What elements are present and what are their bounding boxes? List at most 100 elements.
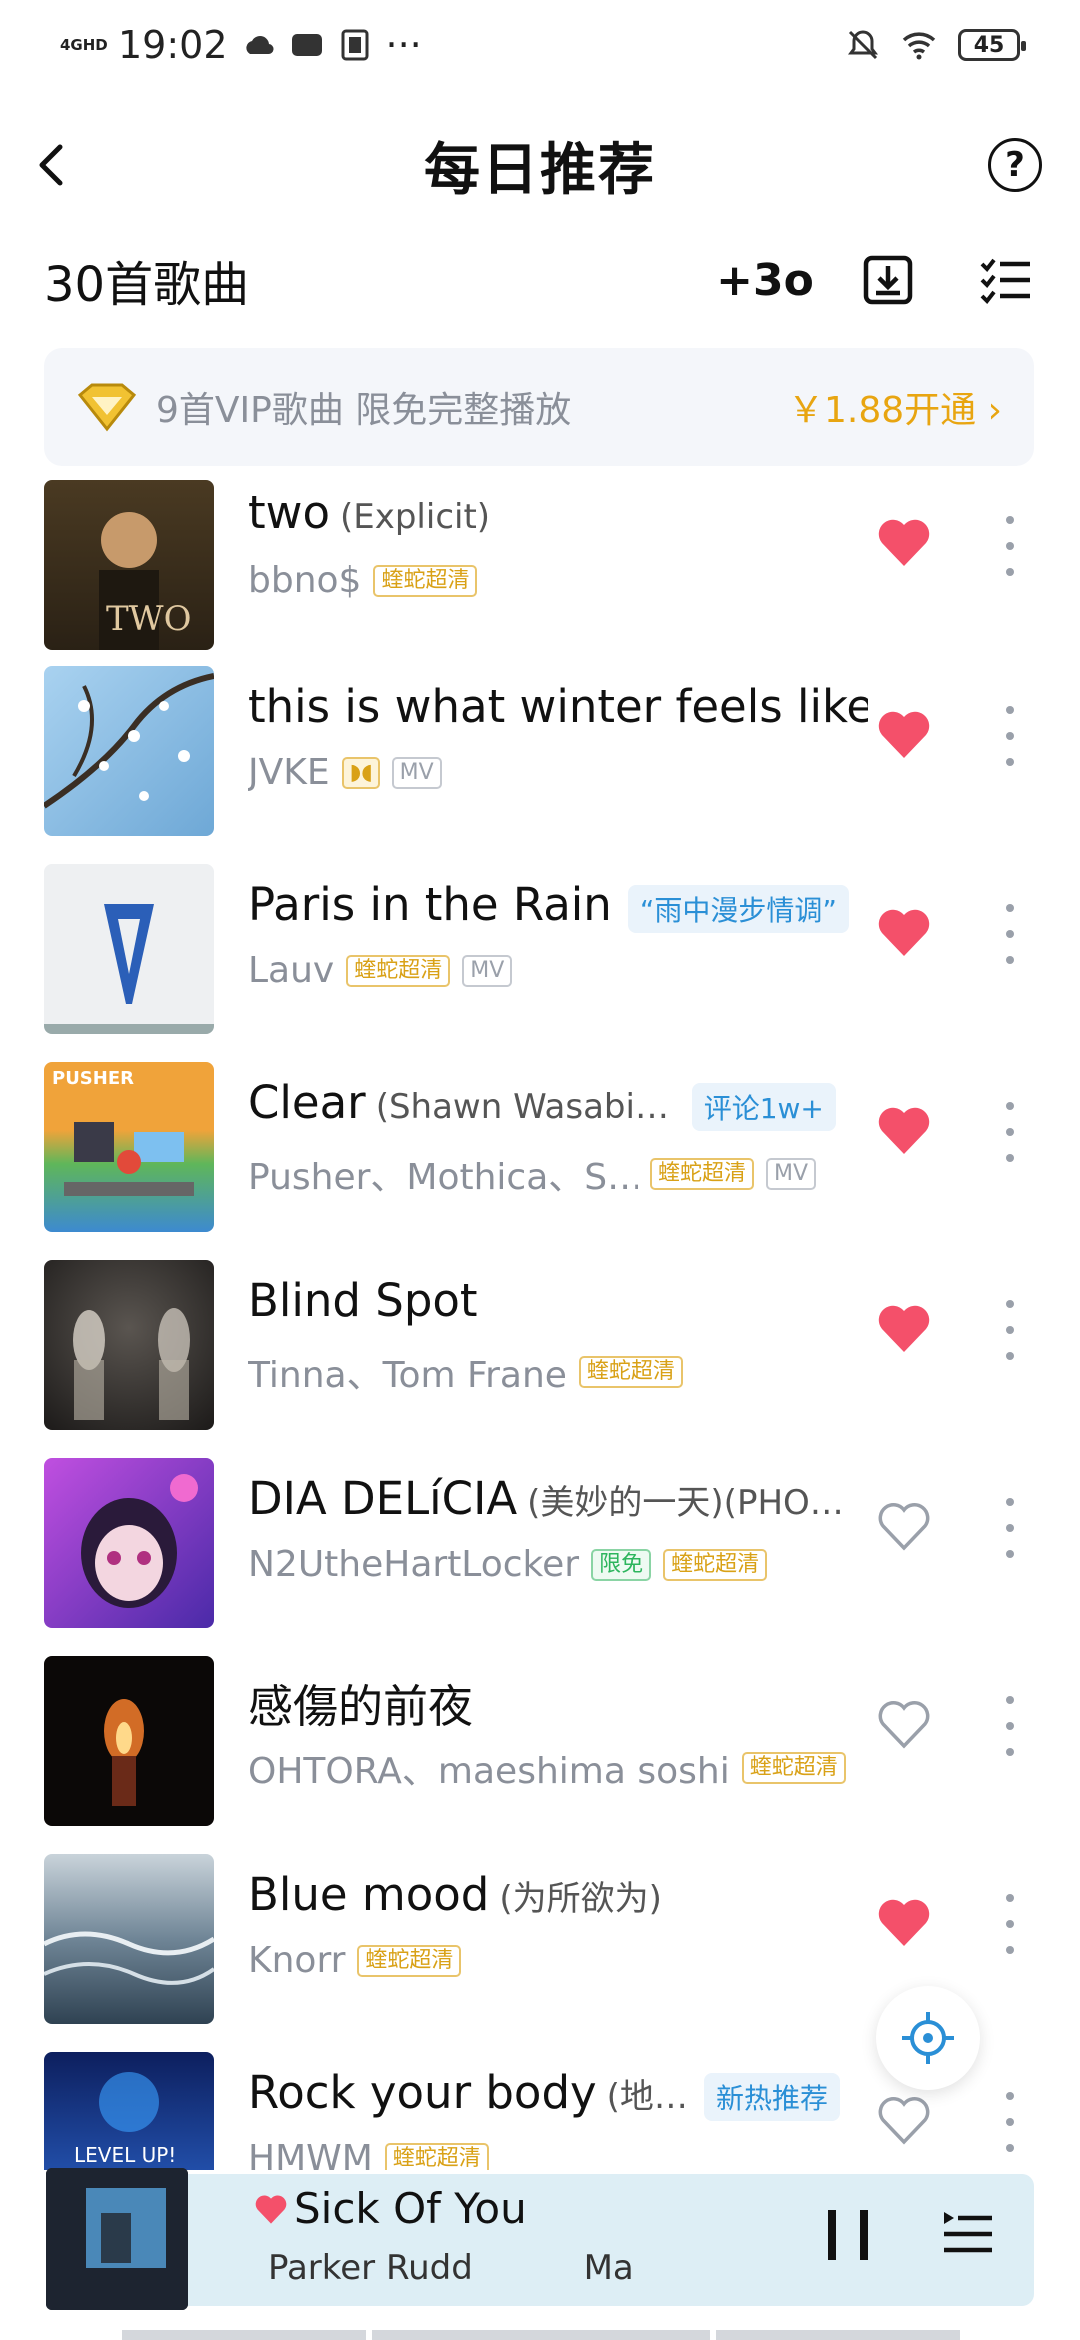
- song-artist-line: bbno$ 蝰蛇超清: [248, 560, 868, 601]
- more-options-icon[interactable]: [998, 1498, 1022, 1558]
- vip-open-link[interactable]: ￥1.88开通 ›: [788, 381, 1002, 433]
- song-row[interactable]: TWO two (Explicit) bbno$ 蝰蛇超清: [0, 480, 1080, 678]
- song-artist: Lauv: [248, 950, 335, 991]
- song-title: two: [248, 486, 330, 539]
- song-subtitle: (地…: [606, 2077, 688, 2117]
- quality-badge: 蝰蛇超清: [373, 564, 478, 597]
- heart-filled-icon[interactable]: [876, 906, 932, 958]
- song-tag: 评论1w+: [691, 1083, 836, 1131]
- song-title: this is what winter feels like: [248, 680, 868, 733]
- heart-outline-icon[interactable]: [876, 2094, 932, 2146]
- quality-badge: 蝰蛇超清: [650, 1158, 755, 1190]
- album-cover: PUSHER: [44, 1062, 214, 1232]
- song-artist-line: N2UtheHartLocker 限免 蝰蛇超清: [248, 1544, 868, 1585]
- now-playing-cover[interactable]: [46, 2168, 188, 2310]
- more-options-icon[interactable]: [998, 1300, 1022, 1360]
- song-subtitle: (Explicit): [339, 497, 491, 537]
- song-title-line: DIA DELíCIA (美妙的一天)(PHO…: [248, 1472, 868, 1525]
- vip-banner-text: 9首VIP歌曲 限免完整播放: [156, 390, 572, 431]
- song-row[interactable]: 感傷的前夜 OHTORA、maeshima soshi 蝰蛇超清: [0, 1656, 1080, 1854]
- heart-filled-icon[interactable]: [876, 1896, 932, 1948]
- mini-player[interactable]: Sick Of You Parker Rudd Ma: [46, 2168, 1034, 2310]
- svg-text:LEVEL UP!: LEVEL UP!: [74, 2143, 176, 2167]
- heart-filled-icon[interactable]: [876, 708, 932, 760]
- locate-current-button[interactable]: [876, 1986, 980, 2090]
- more-options-icon[interactable]: [998, 516, 1022, 576]
- svg-text:PUSHER: PUSHER: [52, 1068, 134, 1089]
- vip-banner[interactable]: 9首VIP歌曲 限免完整播放 ￥1.88开通 ›: [44, 348, 1034, 466]
- more-options-icon[interactable]: [998, 1102, 1022, 1162]
- more-options-icon[interactable]: [998, 1696, 1022, 1756]
- song-artist-line: Lauv 蝰蛇超清 MV: [248, 950, 868, 991]
- vinyl-badge-icon: ◗◖: [341, 756, 380, 789]
- song-row[interactable]: this is what winter feels like JVKE ◗◖ MV: [0, 666, 1080, 864]
- song-title-line: this is what winter feels like: [248, 680, 868, 733]
- play-30-button[interactable]: +3o: [716, 250, 814, 310]
- song-artist: Tinna、Tom Frane: [248, 1355, 567, 1396]
- song-title-line: two (Explicit): [248, 486, 868, 539]
- song-artist: Pusher、Mothica、S…: [248, 1157, 638, 1198]
- more-options-icon[interactable]: [998, 904, 1022, 964]
- song-row[interactable]: Paris in the Rain “雨中漫步情调” Lauv 蝰蛇超清 MV: [0, 864, 1080, 1062]
- mv-badge[interactable]: MV: [462, 954, 513, 987]
- song-row[interactable]: Blind Spot Tinna、Tom Frane 蝰蛇超清: [0, 1260, 1080, 1458]
- download-icon[interactable]: [858, 250, 918, 310]
- crosshair-icon: [902, 2012, 954, 2064]
- quality-badge: 蝰蛇超清: [346, 954, 451, 987]
- quality-badge: 蝰蛇超清: [357, 1944, 462, 1977]
- heart-outline-icon[interactable]: [876, 1698, 932, 1750]
- song-tag: 新热推荐: [703, 2073, 840, 2121]
- song-title: Rock your body: [248, 2066, 597, 2119]
- playlist-icon[interactable]: [942, 2206, 994, 2258]
- mv-badge[interactable]: MV: [391, 756, 442, 789]
- help-button[interactable]: ?: [988, 138, 1042, 192]
- back-arrow-icon[interactable]: [24, 135, 84, 195]
- quality-badge: 蝰蛇超清: [578, 1356, 683, 1388]
- song-title-line: 感傷的前夜: [248, 1670, 868, 1735]
- page-title: 每日推荐: [424, 137, 656, 203]
- now-playing-title-line: Sick Of You: [254, 2184, 527, 2233]
- mute-icon: [848, 30, 878, 60]
- album-cover: [44, 666, 214, 836]
- song-count: 30首歌曲: [44, 257, 250, 313]
- album-cover: [44, 1458, 214, 1628]
- app-notification-icon: [341, 29, 369, 61]
- help-icon: ?: [1005, 145, 1025, 185]
- more-options-icon[interactable]: [998, 2092, 1022, 2152]
- vip-diamond-icon: [77, 383, 137, 432]
- play-30-icon: +3o: [716, 254, 814, 306]
- battery-icon: 45: [958, 29, 1026, 61]
- heart-filled-icon[interactable]: [876, 1104, 932, 1156]
- heart-filled-icon[interactable]: [876, 1302, 932, 1354]
- song-title-line: Clear (Shawn Wasabi … 评论1w+: [248, 1076, 868, 1131]
- multi-select-icon[interactable]: [976, 250, 1036, 310]
- quality-badge: 蝰蛇超清: [663, 1548, 768, 1581]
- heart-outline-icon[interactable]: [876, 1500, 932, 1552]
- song-artist-line: JVKE ◗◖ MV: [248, 752, 868, 793]
- album-cover: [44, 864, 214, 1034]
- song-subtitle: (美妙的一天)(PHO…: [527, 1483, 844, 1523]
- album-cover: TWO: [44, 480, 214, 650]
- status-bar: 4GHD 19:02 ··· 45: [0, 0, 1080, 90]
- quality-badge: 蝰蛇超清: [741, 1752, 846, 1784]
- heart-filled-icon[interactable]: [876, 516, 932, 568]
- mv-badge[interactable]: MV: [766, 1158, 817, 1190]
- nav-hint-bar: [716, 2330, 960, 2340]
- more-notifications-icon: ···: [385, 23, 422, 67]
- song-artist-line: Tinna、Tom Frane 蝰蛇超清: [248, 1346, 868, 1398]
- quality-badge: 蝰蛇超清: [384, 2142, 489, 2170]
- pause-button[interactable]: [828, 2210, 868, 2260]
- song-artist-line: Pusher、Mothica、S… 蝰蛇超清 MV: [248, 1148, 868, 1200]
- song-row[interactable]: DIA DELíCIA (美妙的一天)(PHO… N2UtheHartLocker…: [0, 1458, 1080, 1656]
- heart-filled-icon[interactable]: [254, 2193, 288, 2225]
- song-artist-line: HMWM 蝰蛇超清: [248, 2138, 868, 2170]
- song-title: 感傷的前夜: [248, 1680, 474, 1733]
- more-options-icon[interactable]: [998, 1894, 1022, 1954]
- song-artist-line: Knorr 蝰蛇超清: [248, 1940, 868, 1981]
- free-badge: 限免: [591, 1548, 652, 1581]
- now-playing-artist-next: Ma: [583, 2248, 634, 2288]
- more-options-icon[interactable]: [998, 706, 1022, 766]
- song-row[interactable]: PUSHER Clear (Shawn Wasabi … 评论1w+ Pusher、…: [0, 1062, 1080, 1260]
- song-list: TWO two (Explicit) bbno$ 蝰蛇超清 this is what…: [0, 480, 1080, 2170]
- song-artist: N2UtheHartLocker: [248, 1544, 580, 1585]
